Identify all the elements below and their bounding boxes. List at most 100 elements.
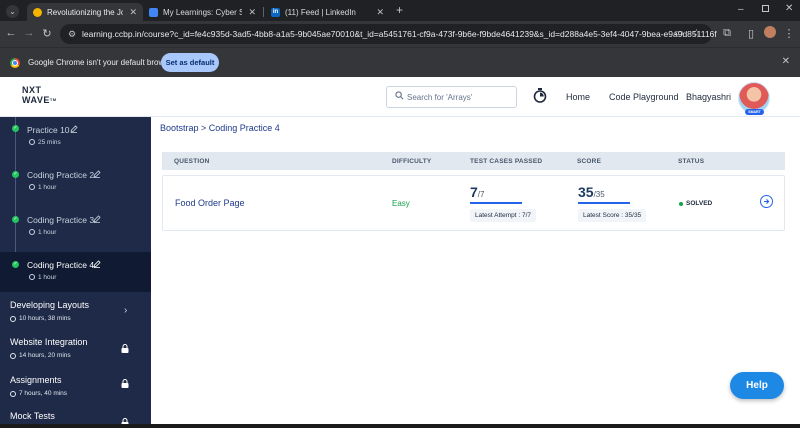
unit-duration: 25 mins xyxy=(38,139,61,146)
tab-favicon-icon xyxy=(33,7,42,17)
lock-icon xyxy=(121,379,129,388)
search-icon xyxy=(395,91,404,100)
browser-tab[interactable]: My Learnings: Cyber Security ✕ xyxy=(143,3,262,21)
unit-duration: 1 hour xyxy=(38,229,57,236)
default-browser-infobar: Google Chrome isn't your default browser… xyxy=(0,47,800,77)
score-value: 35 xyxy=(578,184,594,200)
extensions-icon[interactable]: ⧉ xyxy=(720,27,734,40)
nav-user-name[interactable]: Bhagyashri xyxy=(686,92,731,102)
unit-name: Practice 10 xyxy=(27,125,70,135)
help-button[interactable]: Help xyxy=(730,372,784,399)
tab-separator xyxy=(263,7,264,17)
latest-attempt-badge: Latest Attempt : 7/7 xyxy=(470,209,537,222)
sidebar-module-developing-layouts[interactable]: Developing Layouts 10 hours, 38 mins › xyxy=(0,295,151,331)
browser-tab-bar: ⌄ Revolutionizing the Job Market ✕ My Le… xyxy=(0,0,800,21)
side-panel-icon[interactable]: ▯ xyxy=(744,27,758,40)
questions-table-header: QUESTION DIFFICULTY TEST CASES PASSED SC… xyxy=(162,152,785,170)
sidebar-unit-coding-practice-2[interactable]: ✓ Coding Practice 2 1 hour xyxy=(0,162,151,206)
browser-tab[interactable]: in (11) Feed | LinkedIn ✕ xyxy=(265,3,390,21)
unit-name: Coding Practice 3 xyxy=(27,215,95,225)
search-input[interactable]: Search for 'Arrays' xyxy=(386,86,517,108)
column-status: STATUS xyxy=(678,158,705,165)
difficulty-value: Easy xyxy=(392,199,410,208)
clock-icon xyxy=(10,391,16,397)
module-duration: 10 hours, 38 mins xyxy=(19,315,71,322)
minimize-icon[interactable]: – xyxy=(738,4,744,15)
tab-close-icon[interactable]: ✕ xyxy=(370,7,384,18)
breadcrumb[interactable]: Bootstrap > Coding Practice 4 xyxy=(160,123,280,133)
edit-pencil-icon[interactable] xyxy=(93,260,101,268)
tab-close-icon[interactable]: ✕ xyxy=(123,7,137,18)
unit-name: Coding Practice 2 xyxy=(27,170,95,180)
linkedin-icon: in xyxy=(271,7,280,17)
unit-name: Coding Practice 4 xyxy=(27,260,95,270)
sidebar-module-website-integration[interactable]: Website Integration 14 hours, 20 mins xyxy=(0,332,151,368)
unit-duration: 1 hour xyxy=(38,274,57,281)
chrome-logo-icon xyxy=(10,58,20,68)
taskbar-edge xyxy=(0,424,800,428)
table-row[interactable]: Food Order Page Easy 7/7 Latest Attempt … xyxy=(162,175,785,231)
column-difficulty: DIFFICULTY xyxy=(392,158,432,165)
completed-check-icon: ✓ xyxy=(12,171,19,178)
clock-icon xyxy=(10,353,16,359)
clock-icon xyxy=(29,139,35,145)
restore-icon[interactable] xyxy=(762,5,769,12)
back-arrow-icon[interactable]: ← xyxy=(4,27,18,39)
arrow-right-circle-icon[interactable] xyxy=(760,195,773,208)
reload-icon[interactable]: ↻ xyxy=(40,27,54,40)
completed-check-icon: ✓ xyxy=(12,125,19,132)
nxtwave-logo[interactable]: NXT WAVETM xyxy=(22,85,57,105)
module-name: Website Integration xyxy=(10,337,88,347)
forward-arrow-icon[interactable]: → xyxy=(22,27,36,39)
address-bar[interactable]: ⚙ learning.ccbp.in/course?c_id=fe4c935d-… xyxy=(60,24,717,44)
browser-toolbar: ← → ↻ ⚙ learning.ccbp.in/course?c_id=fe4… xyxy=(0,21,800,47)
bookmark-star-icon[interactable]: ☆ xyxy=(692,28,701,39)
app-header: NXT WAVETM Search for 'Arrays' Home Code… xyxy=(0,77,800,117)
sidebar-module-assignments[interactable]: Assignments 7 hours, 40 mins xyxy=(0,370,151,406)
stopwatch-icon[interactable] xyxy=(533,88,547,103)
edit-pencil-icon[interactable] xyxy=(93,170,101,178)
install-app-icon[interactable]: ▭ xyxy=(674,28,683,39)
course-sidebar: ✓ Practice 10 25 mins ✓ Coding Practice … xyxy=(0,117,151,428)
chevron-right-icon[interactable]: › xyxy=(124,305,127,316)
edit-pencil-icon[interactable] xyxy=(70,125,78,133)
column-score: SCORE xyxy=(577,158,602,165)
module-duration: 7 hours, 40 mins xyxy=(19,390,68,397)
tab-title: Revolutionizing the Job Market xyxy=(47,7,124,17)
profile-avatar-icon[interactable] xyxy=(764,26,776,38)
close-window-icon[interactable]: ✕ xyxy=(785,3,793,14)
column-question: QUESTION xyxy=(174,158,210,165)
edit-pencil-icon[interactable] xyxy=(93,215,101,223)
chrome-menu-icon[interactable]: ⋮ xyxy=(782,27,796,40)
url-text[interactable]: learning.ccbp.in/course?c_id=fe4c935d-3a… xyxy=(82,29,717,39)
clock-icon xyxy=(10,316,16,322)
sidebar-unit-practice-10[interactable]: ✓ Practice 10 25 mins xyxy=(0,117,151,161)
tab-title: (11) Feed | LinkedIn xyxy=(285,7,356,17)
logo-tm: TM xyxy=(49,97,57,102)
score: 35/35 xyxy=(578,184,605,200)
nav-code-playground[interactable]: Code Playground xyxy=(609,92,679,102)
tab-close-icon[interactable]: ✕ xyxy=(242,7,256,18)
infobar-message: Google Chrome isn't your default browser xyxy=(28,58,176,67)
new-tab-button[interactable]: + xyxy=(396,3,403,17)
score-progress-bar xyxy=(578,202,630,204)
tests-total: /7 xyxy=(477,190,485,199)
column-test-cases: TEST CASES PASSED xyxy=(470,158,543,165)
tab-search-button[interactable]: ⌄ xyxy=(6,5,19,18)
set-default-button[interactable]: Set as default xyxy=(161,53,219,72)
completed-check-icon: ✓ xyxy=(12,216,19,223)
question-name[interactable]: Food Order Page xyxy=(175,198,245,208)
browser-tab-active[interactable]: Revolutionizing the Job Market ✕ xyxy=(27,3,143,21)
sidebar-unit-coding-practice-3[interactable]: ✓ Coding Practice 3 1 hour xyxy=(0,207,151,251)
site-info-icon[interactable]: ⚙ xyxy=(68,29,76,40)
tests-passed-count: 7 xyxy=(470,184,478,200)
nav-home[interactable]: Home xyxy=(566,92,590,102)
tab-title: My Learnings: Cyber Security xyxy=(163,7,243,17)
tests-passed: 7/7 xyxy=(470,184,484,200)
logo-line1: NXT xyxy=(22,85,42,95)
infobar-close-icon[interactable]: ✕ xyxy=(782,56,790,67)
search-placeholder: Search for 'Arrays' xyxy=(407,93,473,102)
clock-icon xyxy=(29,184,35,190)
avatar-badge: SMART xyxy=(745,109,764,115)
sidebar-unit-coding-practice-4[interactable]: ✓ Coding Practice 4 1 hour xyxy=(0,252,151,292)
